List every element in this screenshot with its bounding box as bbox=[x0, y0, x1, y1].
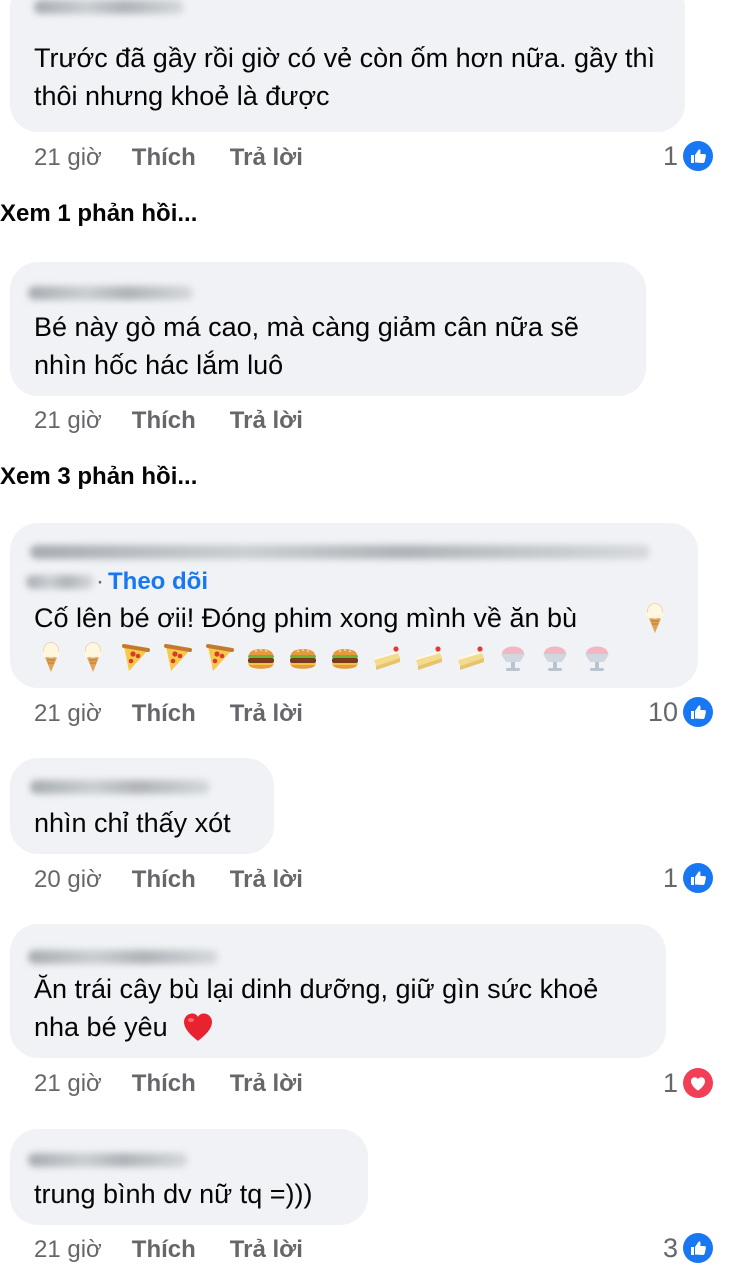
like-action[interactable]: Thích bbox=[132, 407, 196, 435]
comment-timestamp[interactable]: 20 giờ bbox=[34, 866, 102, 894]
commenter-name-redacted[interactable] bbox=[26, 575, 94, 589]
comment-bubble: Ăn trái cây bù lại dinh dưỡng, giữ gìn s… bbox=[10, 924, 666, 1058]
commenter-name-redacted[interactable] bbox=[28, 286, 193, 300]
like-action[interactable]: Thích bbox=[132, 144, 196, 172]
like-action[interactable]: Thích bbox=[132, 700, 196, 728]
ice-cream-emoji bbox=[76, 640, 110, 674]
comment-text: nhìn chỉ thấy xót bbox=[34, 808, 231, 838]
reaction-count: 1 bbox=[662, 1067, 678, 1098]
like-action[interactable]: Thích bbox=[132, 866, 196, 894]
comment-text: Cố lên bé ơii! Đóng phim xong mình về ăn… bbox=[34, 599, 676, 637]
comment-actions: 21 giờ Thích Trả lời bbox=[34, 696, 337, 732]
cake-emoji bbox=[454, 640, 488, 674]
reply-action[interactable]: Trả lời bbox=[230, 1070, 303, 1098]
comment-text-main: Cố lên bé ơii! Đóng phim xong mình về ăn… bbox=[34, 603, 578, 633]
reaction-summary[interactable]: 1 bbox=[663, 860, 713, 896]
like-action[interactable]: Thích bbox=[132, 1236, 196, 1264]
reaction-count: 1 bbox=[662, 862, 678, 893]
reply-action[interactable]: Trả lời bbox=[230, 700, 303, 728]
burger-emoji bbox=[328, 640, 362, 674]
comment-bubble: Trước đã gầy rồi giờ có vẻ còn ốm hơn nữ… bbox=[10, 0, 685, 132]
reaction-summary[interactable]: 1 bbox=[663, 1065, 713, 1101]
reaction-summary[interactable]: 1 bbox=[663, 138, 713, 174]
reply-action[interactable]: Trả lời bbox=[230, 144, 303, 172]
reply-action[interactable]: Trả lời bbox=[230, 866, 303, 894]
reaction-summary[interactable]: 3 bbox=[663, 1230, 713, 1266]
cake-emoji bbox=[412, 640, 446, 674]
shaved-ice-emoji bbox=[580, 640, 614, 674]
comment-actions: 21 giờ Thích Trả lời bbox=[34, 1232, 337, 1268]
comment-text: trung bình dv nữ tq =))) bbox=[34, 1179, 313, 1209]
pizza-emoji bbox=[202, 640, 236, 674]
pizza-emoji bbox=[118, 640, 152, 674]
comment-timestamp[interactable]: 21 giờ bbox=[34, 407, 102, 435]
separator-dot: · bbox=[96, 568, 104, 595]
comment-text-main: Ăn trái cây bù lại dinh dưỡng, giữ gìn s… bbox=[34, 974, 599, 1042]
comment-bubble: trung bình dv nữ tq =))) bbox=[10, 1129, 368, 1225]
comment-actions: 21 giờ Thích Trả lời bbox=[34, 1066, 337, 1102]
shaved-ice-emoji bbox=[538, 640, 572, 674]
commenter-name-redacted[interactable] bbox=[30, 780, 210, 794]
comment-text: Trước đã gầy rồi giờ có vẻ còn ốm hơn nữ… bbox=[34, 43, 656, 111]
comment-bubble: nhìn chỉ thấy xót bbox=[10, 758, 274, 854]
follow-row: · Theo dõi bbox=[92, 567, 208, 597]
comment-bubble: Bé này gò má cao, mà càng giảm cân nữa s… bbox=[10, 262, 646, 396]
reaction-count: 3 bbox=[662, 1232, 678, 1263]
reaction-count: 1 bbox=[662, 140, 678, 171]
like-icon bbox=[683, 141, 713, 171]
love-icon bbox=[683, 1068, 713, 1098]
reply-action[interactable]: Trả lời bbox=[230, 407, 303, 435]
commenter-name-redacted[interactable] bbox=[28, 950, 218, 964]
burger-emoji bbox=[286, 640, 320, 674]
heart-emoji bbox=[181, 1010, 215, 1044]
comment-text: Ăn trái cây bù lại dinh dưỡng, giữ gìn s… bbox=[34, 970, 644, 1046]
comment-actions: 20 giờ Thích Trả lời bbox=[34, 862, 337, 898]
reply-action[interactable]: Trả lời bbox=[230, 1236, 303, 1264]
comment-text: Bé này gò má cao, mà càng giảm cân nữa s… bbox=[34, 312, 579, 380]
ice-cream-emoji bbox=[34, 640, 68, 674]
reaction-count: 10 bbox=[647, 696, 678, 727]
emoji-row bbox=[34, 640, 614, 674]
commenter-name-redacted[interactable] bbox=[30, 545, 650, 559]
comment-actions: 21 giờ Thích Trả lời bbox=[34, 403, 337, 439]
view-replies-link[interactable]: Xem 3 phản hồi... bbox=[0, 463, 197, 491]
like-icon bbox=[683, 863, 713, 893]
view-replies-link[interactable]: Xem 1 phản hồi... bbox=[0, 200, 197, 228]
burger-emoji bbox=[244, 640, 278, 674]
comment-actions: 21 giờ Thích Trả lời bbox=[34, 140, 337, 176]
shaved-ice-emoji bbox=[496, 640, 530, 674]
follow-button[interactable]: Theo dõi bbox=[108, 568, 208, 596]
like-action[interactable]: Thích bbox=[132, 1070, 196, 1098]
comment-timestamp[interactable]: 21 giờ bbox=[34, 144, 102, 172]
commenter-name-redacted[interactable] bbox=[34, 0, 184, 14]
cake-emoji bbox=[370, 640, 404, 674]
reaction-summary[interactable]: 10 bbox=[648, 694, 713, 730]
like-icon bbox=[683, 1233, 713, 1263]
comment-bubble: · Theo dõi Cố lên bé ơii! Đóng phim xong… bbox=[10, 523, 698, 688]
comment-timestamp[interactable]: 21 giờ bbox=[34, 700, 102, 728]
comment-timestamp[interactable]: 21 giờ bbox=[34, 1236, 102, 1264]
comment-timestamp[interactable]: 21 giờ bbox=[34, 1070, 102, 1098]
ice-cream-emoji bbox=[638, 601, 672, 635]
like-icon bbox=[683, 697, 713, 727]
pizza-emoji bbox=[160, 640, 194, 674]
commenter-name-redacted[interactable] bbox=[28, 1153, 188, 1167]
